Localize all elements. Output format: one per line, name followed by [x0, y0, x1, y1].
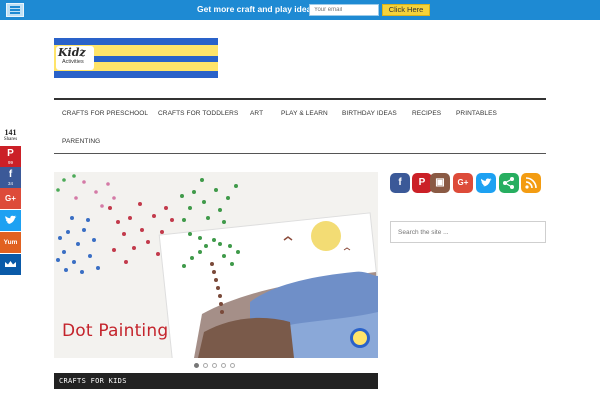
slider-dot[interactable]: [221, 363, 226, 368]
twitter-follow-button[interactable]: [476, 173, 496, 193]
crown-icon: [5, 261, 16, 267]
share-total-label: Shares: [3, 137, 18, 142]
google-plus-follow-button[interactable]: G+: [453, 173, 473, 193]
share-icon: [503, 177, 514, 189]
twitter-icon: [5, 215, 17, 224]
facebook-icon: f: [8, 169, 13, 180]
slider-dot[interactable]: [194, 363, 199, 368]
slider-title: Dot Painting: [62, 321, 169, 341]
facebook-share-button[interactable]: f 34: [0, 167, 21, 188]
pinterest-share-button[interactable]: P 99: [0, 146, 21, 167]
site-logo[interactable]: Kidz Activities: [54, 38, 218, 78]
instagram-icon: ▣: [435, 177, 445, 188]
logo-main-text: Kidz: [58, 46, 86, 59]
nav-item-birthday-ideas[interactable]: BIRTHDAY IDEAS: [342, 110, 397, 117]
share-count: 141 Shares: [0, 128, 21, 142]
twitter-icon: [480, 178, 492, 187]
facebook-icon: f: [398, 177, 402, 188]
nav-item-art[interactable]: ART: [250, 110, 263, 117]
sumome-share-button[interactable]: [0, 254, 21, 275]
rss-icon: [525, 177, 537, 189]
facebook-follow-button[interactable]: f: [390, 173, 410, 193]
yummly-icon: Yum: [3, 239, 18, 246]
nav-item-crafts-for-preschool[interactable]: CRAFTS FOR PRESCHOOL: [62, 110, 148, 117]
click-here-button[interactable]: Click Here: [382, 4, 430, 16]
slider-dot[interactable]: [212, 363, 217, 368]
facebook-share-count: 34: [7, 181, 13, 186]
promo-bar: Get more craft and play ideas! Click Her…: [0, 0, 600, 20]
yummly-share-button[interactable]: Yum: [0, 232, 21, 253]
pinterest-follow-button[interactable]: P: [412, 173, 432, 193]
pinterest-icon: P: [418, 177, 426, 188]
share-total: 141: [4, 128, 17, 137]
promo-text: Get more craft and play ideas!: [197, 4, 319, 14]
menu-icon[interactable]: [6, 3, 24, 17]
nav-item-crafts-for-toddlers[interactable]: CRAFTS FOR TODDLERS: [158, 110, 238, 117]
instagram-follow-button[interactable]: ▣: [430, 173, 450, 193]
rss-follow-button[interactable]: [521, 173, 541, 193]
google-plus-icon: G+: [457, 178, 469, 187]
slider-dot[interactable]: [230, 363, 235, 368]
logo-sub-text: Activities: [62, 59, 84, 65]
logo-band-top: [54, 38, 218, 45]
nav-item-recipes[interactable]: RECIPES: [412, 110, 441, 117]
pinterest-share-count: 99: [7, 160, 13, 165]
main-nav: CRAFTS FOR PRESCHOOL CRAFTS FOR TODDLERS…: [54, 98, 546, 154]
google-plus-icon: G+: [5, 194, 16, 203]
search-input[interactable]: [390, 221, 546, 243]
email-input[interactable]: [309, 4, 379, 16]
pinterest-icon: P: [7, 148, 14, 159]
hero-slider[interactable]: Dot Painting: [54, 172, 378, 358]
logo-band-middle: [94, 56, 218, 62]
slider-dot[interactable]: [203, 363, 208, 368]
section-heading-bar: CRAFTS FOR KIDS: [54, 373, 378, 389]
share-follow-button[interactable]: [499, 173, 519, 193]
section-heading: CRAFTS FOR KIDS: [59, 377, 127, 385]
logo-band-bottom: [54, 71, 218, 78]
nav-item-play-and-learn[interactable]: PLAY & LEARN: [281, 110, 328, 117]
nav-item-parenting[interactable]: PARENTING: [62, 138, 100, 145]
nav-item-printables[interactable]: PRINTABLES: [456, 110, 497, 117]
twitter-share-button[interactable]: [0, 210, 21, 231]
google-plus-share-button[interactable]: G+: [0, 188, 21, 209]
